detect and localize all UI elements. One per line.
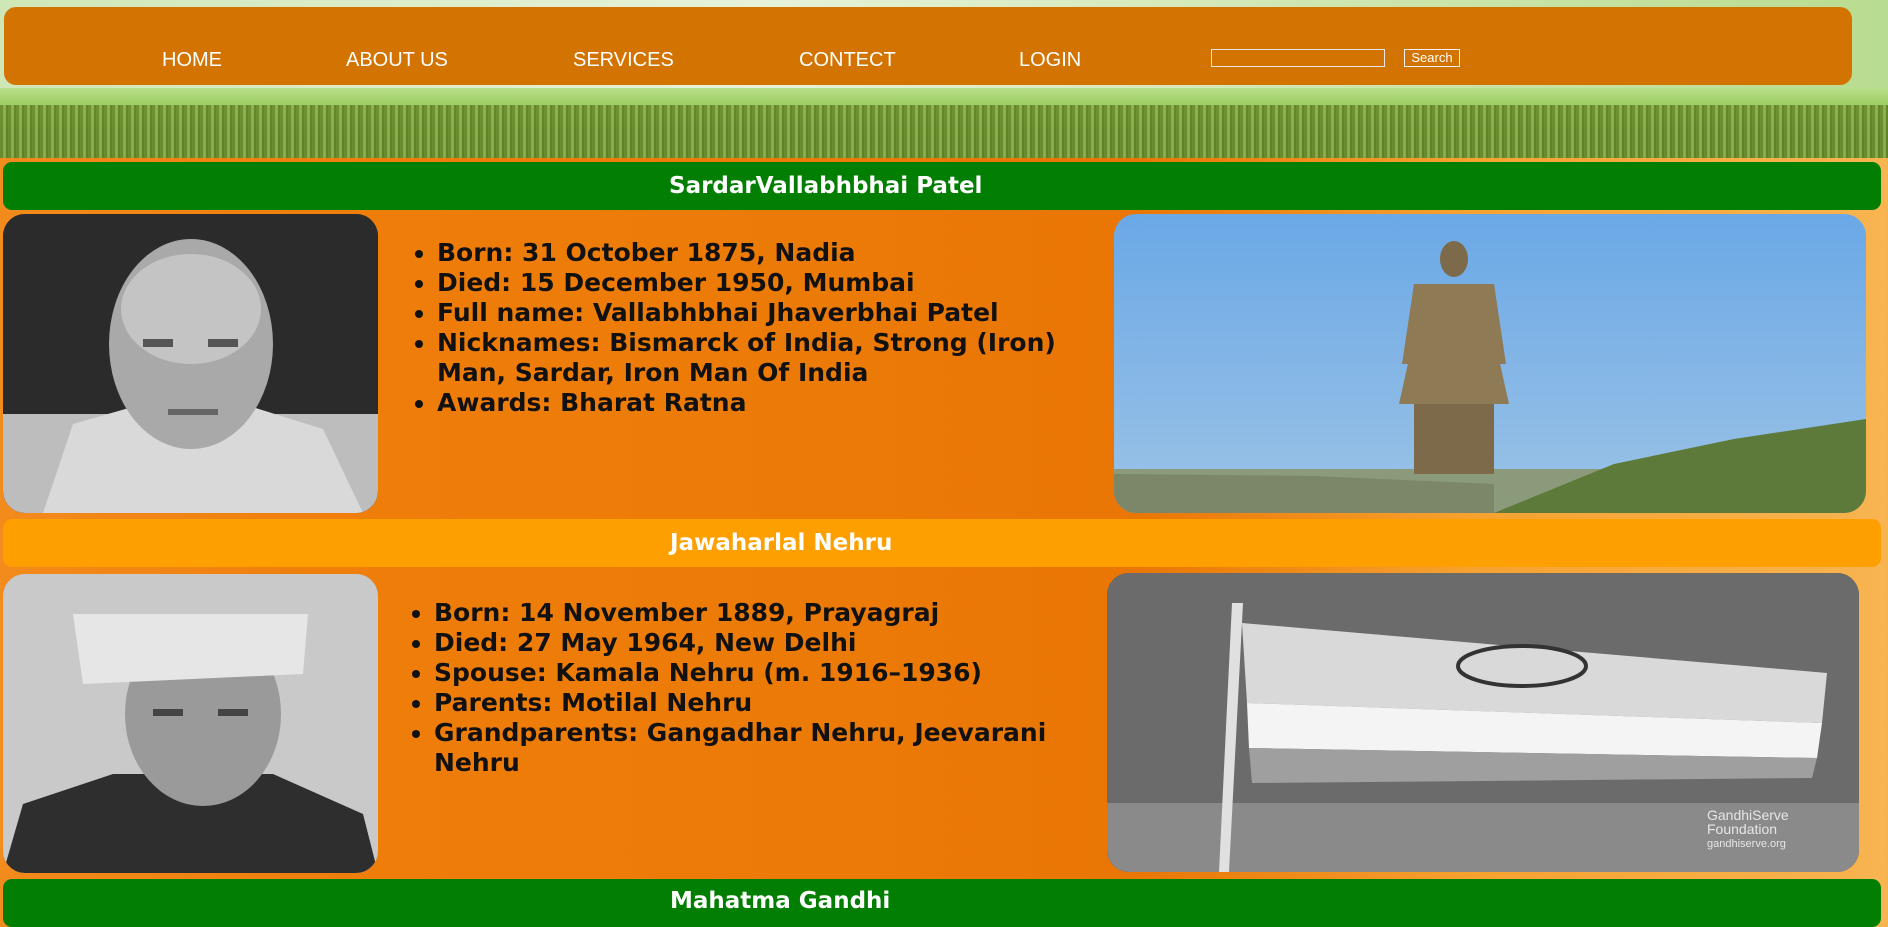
section-title: Jawaharlal Nehru — [670, 530, 893, 556]
fact-parents: Parents: Motilal Nehru — [434, 688, 1094, 718]
fact-spouse: Spouse: Kamala Nehru (m. 1916–1936) — [434, 658, 1094, 688]
flag-image: GandhiServe Foundation gandhiserve.org — [1107, 573, 1859, 872]
statue-image — [1114, 214, 1866, 513]
navbar: HOME ABOUT US SERVICES CONTECT LOGIN Sea… — [4, 7, 1852, 85]
search-input[interactable] — [1211, 49, 1385, 67]
nav-contact-link[interactable]: CONTECT — [799, 49, 896, 72]
section-title-bar: Mahatma Gandhi — [3, 879, 1881, 927]
portrait-image — [3, 574, 378, 873]
search-button[interactable]: Search — [1404, 49, 1460, 67]
section-title-bar: Jawaharlal Nehru — [3, 519, 1881, 567]
facts-list: Born: 31 October 1875, Nadia Died: 15 De… — [411, 238, 1102, 418]
portrait-image — [3, 214, 378, 513]
fact-full-name: Full name: Vallabhbhai Jhaverbhai Patel — [437, 298, 1102, 328]
portrait-photo — [3, 214, 378, 513]
section-title: Mahatma Gandhi — [670, 888, 891, 914]
facts-list: Born: 14 November 1889, Prayagraj Died: … — [408, 598, 1094, 778]
portrait-photo — [3, 574, 378, 873]
fact-grandparents: Grandparents: Gangadhar Nehru, Jeevarani… — [434, 718, 1094, 778]
nav-about-link[interactable]: ABOUT US — [346, 49, 448, 72]
nav-login-link[interactable]: LOGIN — [1019, 49, 1081, 72]
section-title: SardarVallabhbhai Patel — [669, 173, 983, 199]
fact-born: Born: 14 November 1889, Prayagraj — [434, 598, 1094, 628]
section-title-bar: SardarVallabhbhai Patel — [3, 162, 1881, 210]
photo-caption-line: Foundation — [1707, 821, 1777, 837]
fact-died: Died: 15 December 1950, Mumbai — [437, 268, 1102, 298]
flag-photo: GandhiServe Foundation gandhiserve.org — [1107, 573, 1859, 872]
statue-photo — [1114, 214, 1866, 513]
nav-home-link[interactable]: HOME — [162, 49, 222, 72]
fact-awards: Awards: Bharat Ratna — [437, 388, 1102, 418]
fact-nicknames: Nicknames: Bismarck of India, Strong (Ir… — [437, 328, 1102, 388]
photo-caption-line: gandhiserve.org — [1707, 838, 1786, 850]
nav-services-link[interactable]: SERVICES — [573, 49, 674, 72]
banner-grass — [0, 105, 1888, 158]
fact-died: Died: 27 May 1964, New Delhi — [434, 628, 1094, 658]
fact-born: Born: 31 October 1875, Nadia — [437, 238, 1102, 268]
